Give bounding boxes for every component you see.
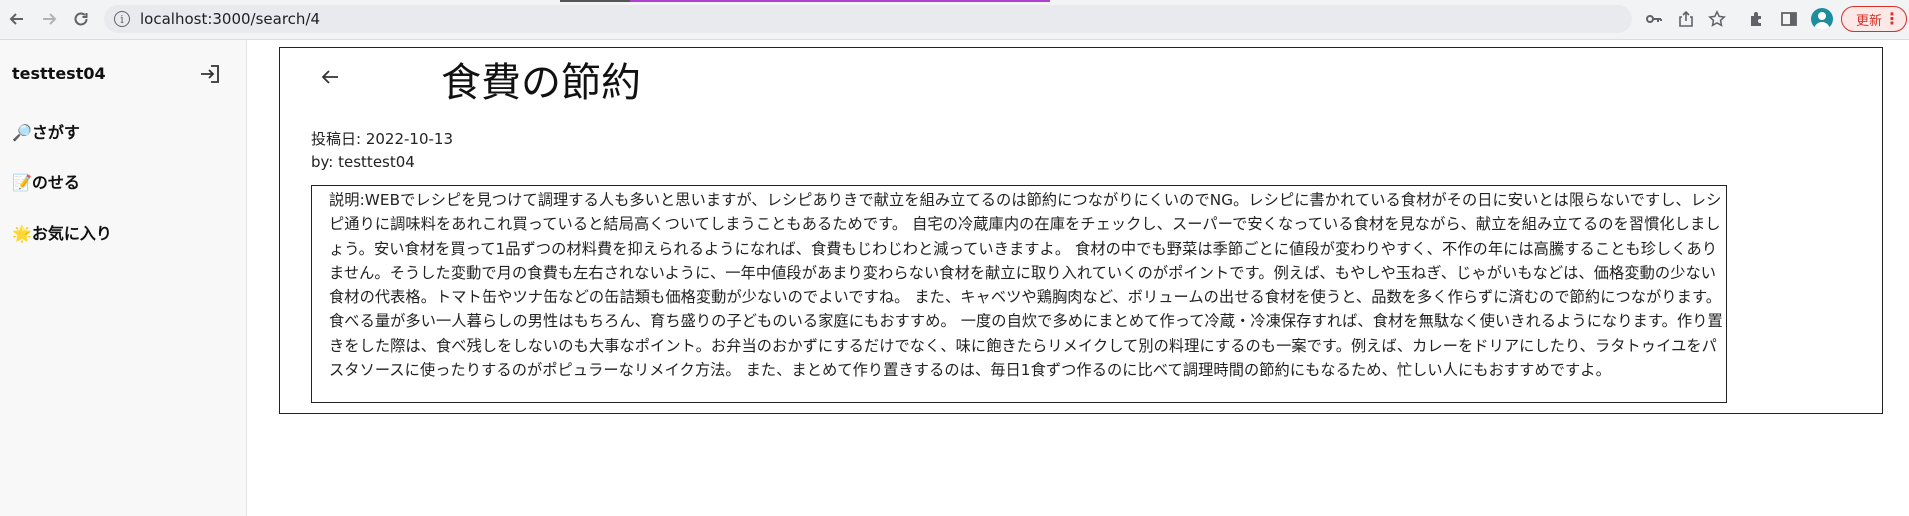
tab-strip-edge bbox=[630, 0, 1050, 2]
post-author: by: testtest04 bbox=[311, 153, 415, 171]
side-panel-icon[interactable] bbox=[1778, 8, 1800, 30]
browser-toolbar: i localhost:3000/search/4 更新 ⋮ bbox=[0, 0, 1909, 40]
profile-avatar-icon[interactable] bbox=[1811, 8, 1833, 30]
update-label: 更新 bbox=[1856, 13, 1883, 29]
forward-icon[interactable] bbox=[38, 8, 60, 30]
back-icon[interactable] bbox=[6, 8, 28, 30]
back-arrow-icon[interactable] bbox=[319, 66, 341, 88]
update-button[interactable]: 更新 ⋮ bbox=[1841, 6, 1907, 32]
site-info-icon[interactable]: i bbox=[114, 11, 130, 27]
url-text: localhost:3000/search/4 bbox=[140, 10, 321, 28]
bookmark-star-icon[interactable] bbox=[1707, 9, 1727, 29]
menu-dots-icon[interactable]: ⋮ bbox=[1884, 9, 1900, 28]
post-date: 投稿日: 2022-10-13 bbox=[311, 130, 453, 148]
sidebar: testtest04 🔎さがす 📝のせる 🌟お気に入り bbox=[0, 40, 247, 516]
address-bar[interactable]: i localhost:3000/search/4 bbox=[104, 5, 1632, 33]
sidebar-item-post[interactable]: 📝のせる bbox=[12, 169, 80, 193]
logout-icon[interactable] bbox=[198, 62, 222, 86]
post-description: 説明:WEBでレシピを見つけて調理する人も多いと思いますが、レシピありきで献立を… bbox=[311, 185, 1727, 403]
reload-icon[interactable] bbox=[70, 8, 92, 30]
sidebar-user-name: testtest04 bbox=[12, 64, 106, 83]
key-icon[interactable] bbox=[1644, 9, 1664, 29]
sidebar-item-favorites[interactable]: 🌟お気に入り bbox=[12, 220, 112, 244]
post-title: 食費の節約 bbox=[441, 60, 641, 106]
sidebar-item-search[interactable]: 🔎さがす bbox=[12, 119, 80, 143]
extensions-icon[interactable] bbox=[1746, 8, 1768, 30]
share-icon[interactable] bbox=[1676, 9, 1696, 29]
tab-strip-edge bbox=[560, 0, 630, 2]
